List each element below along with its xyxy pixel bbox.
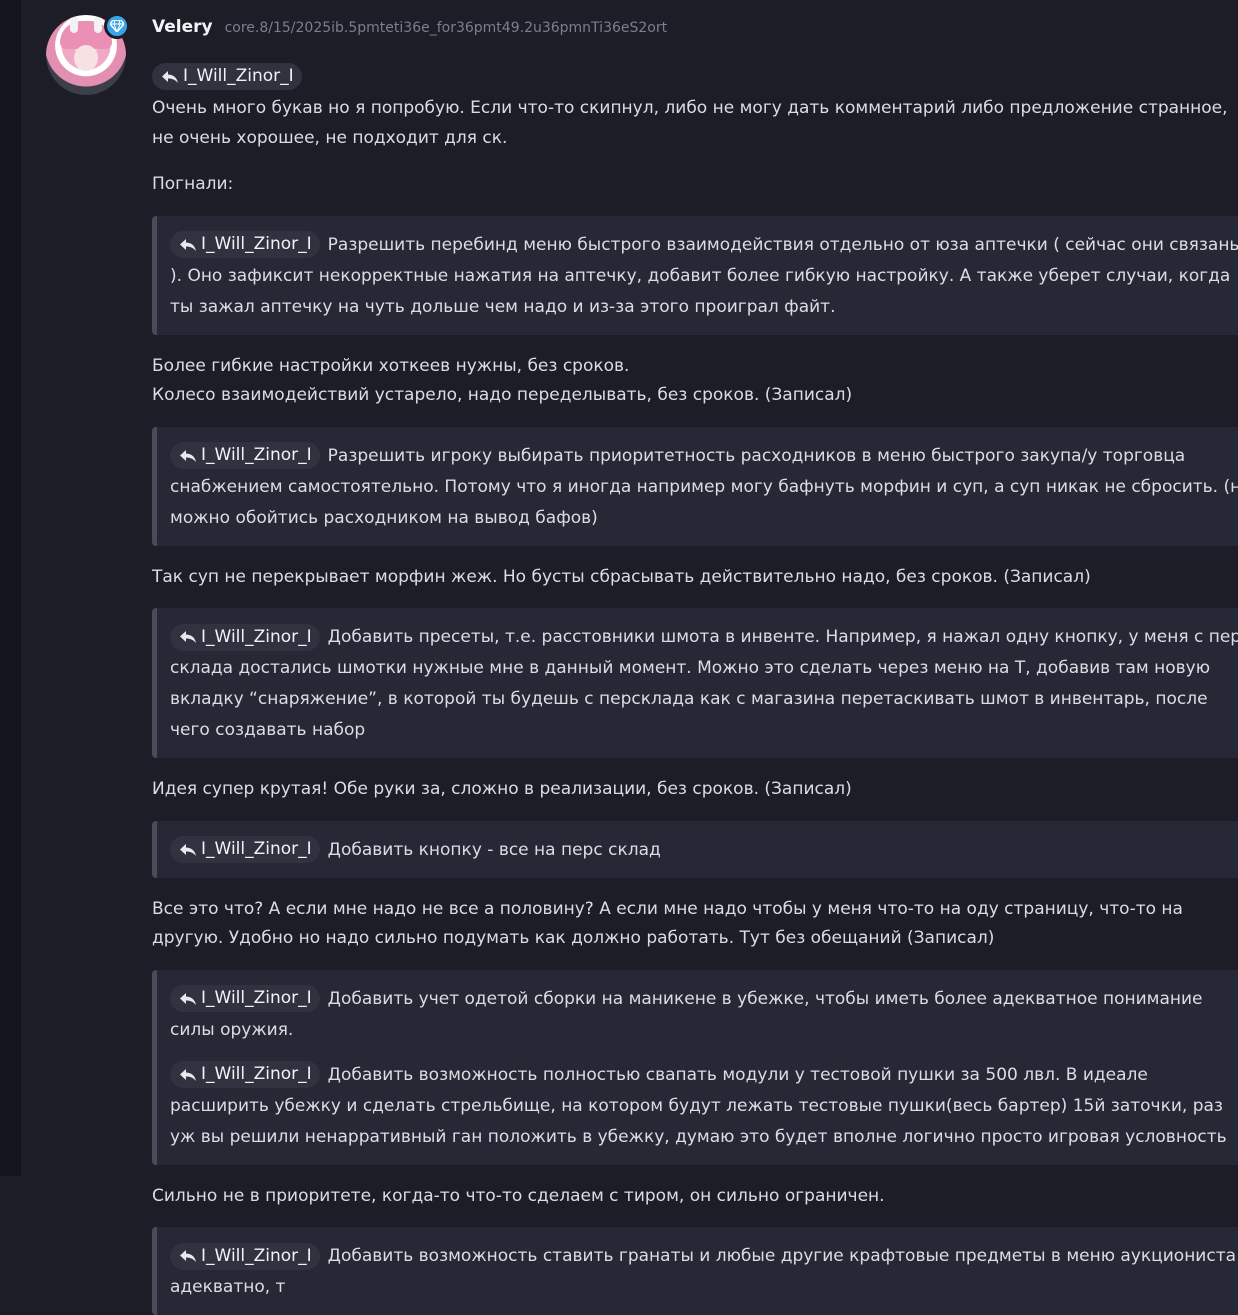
quote-mention-label: I_Will_Zinor_I [201, 988, 312, 1008]
quote-block: I_Will_Zinor_I Разрешить игроку выбирать… [152, 426, 1238, 546]
quote-mention-label: I_Will_Zinor_I [201, 626, 312, 647]
avatar-face [74, 45, 98, 71]
post-header: Velery core.8/15/2025ib.5pmteti36e_for36… [152, 17, 667, 37]
quote-block: I_Will_Zinor_I Добавить учет одетой сбор… [152, 969, 1238, 1165]
quote-mention[interactable]: I_Will_Zinor_I [170, 442, 320, 469]
quote-mention-label: I_Will_Zinor_I [201, 839, 312, 859]
quote-text: Добавить учет одетой сборки на маникене … [170, 988, 1203, 1040]
quote-mention[interactable]: I_Will_Zinor_I [170, 231, 320, 258]
quote-text: Разрешить игроку выбирать приоритетность… [170, 445, 1238, 528]
quote-text: Добавить возможность полностью свапать м… [170, 1064, 1227, 1147]
reply-mention[interactable]: I_Will_Zinor_I [152, 63, 302, 90]
answer-text: Все это что? А если мне надо не все а по… [152, 898, 1183, 949]
quote-mention-label: I_Will_Zinor_I [201, 1245, 312, 1266]
quote-text: Добавить возможность ставить гранаты и л… [170, 1246, 1237, 1297]
reply-mention-label: I_Will_Zinor_I [183, 66, 294, 86]
reply-arrow-icon [180, 843, 196, 856]
quote-mention-label: I_Will_Zinor_I [201, 234, 312, 254]
reply-arrow-icon [180, 631, 196, 643]
reply-arrow-icon [162, 70, 178, 83]
quote-mention-label: I_Will_Zinor_I [201, 1064, 312, 1084]
quote-block: I_Will_Zinor_I Разрешить перебинд меню б… [152, 215, 1238, 335]
quote-mention-label: I_Will_Zinor_I [201, 445, 312, 465]
quote-mention[interactable]: I_Will_Zinor_I [170, 836, 320, 863]
reply-arrow-icon [180, 1068, 196, 1081]
reply-arrow-icon [180, 449, 196, 462]
quote-mention[interactable]: I_Will_Zinor_I [170, 985, 320, 1012]
quote-block: I_Will_Zinor_I Добавить кнопку - все на … [152, 820, 1238, 878]
quote-text: Добавить кнопку - все на перс склад [327, 839, 661, 860]
quote-mention[interactable]: I_Will_Zinor_I [170, 1242, 320, 1270]
quote-block: I_Will_Zinor_I Добавить пресеты, т.е. ра… [152, 608, 1238, 758]
quote-block: I_Will_Zinor_I Добавить возможность став… [152, 1227, 1238, 1315]
quote-text: Добавить пресеты, т.е. расстовники шмота… [170, 627, 1238, 740]
reply-arrow-icon [180, 1250, 196, 1262]
author-name[interactable]: Velery [152, 17, 213, 37]
answer-text: Так суп не перекрывает морфин жеж. Но бу… [152, 566, 1091, 587]
quote-mention[interactable]: I_Will_Zinor_I [170, 1061, 320, 1088]
answer-text: Более гибкие настройки хоткеев нужны, бе… [152, 355, 630, 376]
answer-text: Идея супер крутая! Обе руки за, сложно в… [152, 779, 852, 799]
diamond-badge-icon [104, 13, 130, 39]
answer-text: Сильно не в приоритете, когда-то что-то … [152, 1185, 885, 1206]
quote-text: Разрешить перебинд меню быстрого взаимод… [170, 234, 1238, 317]
go-text: Погнали: [152, 174, 234, 194]
answer-text: Колесо взаимодействий устарело, надо пер… [152, 385, 853, 405]
post-meta: core.8/15/2025ib.5pmteti36e_for36pmt49.2… [224, 20, 668, 36]
avatar-ears [70, 15, 78, 33]
reply-arrow-icon [180, 238, 196, 251]
post-body: I_Will_Zinor_I Очень много букав но я по… [152, 63, 1238, 1315]
reply-arrow-icon [180, 992, 196, 1005]
intro-text: Очень много букав но я попробую. Если чт… [152, 98, 1228, 148]
quote-mention[interactable]: I_Will_Zinor_I [170, 623, 320, 651]
left-rail [0, 0, 21, 1176]
